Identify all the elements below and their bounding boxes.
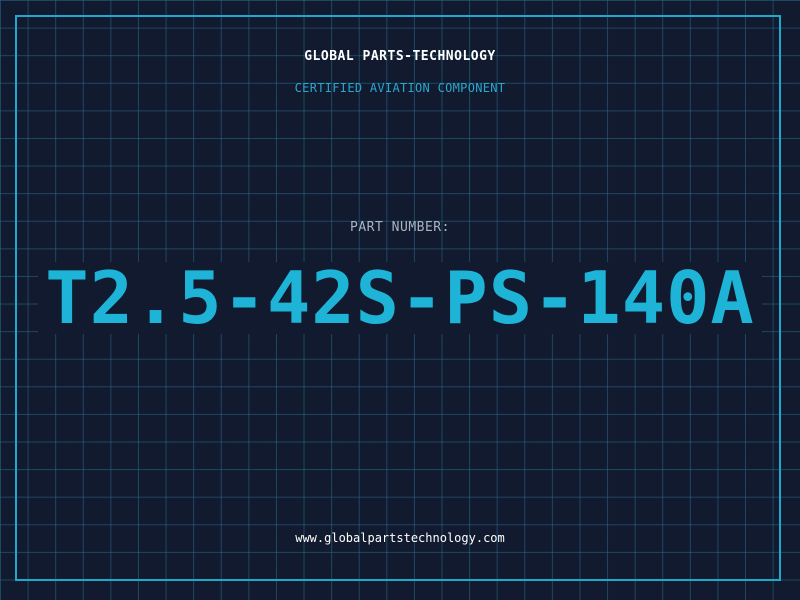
part-number: T2.5-42S-PS-140A — [45, 256, 755, 340]
company-name: GLOBAL PARTS-TECHNOLOGY — [304, 49, 496, 64]
part-number-label: PART NUMBER: — [350, 220, 450, 235]
website-url: www.globalpartstechnology.com — [295, 531, 505, 545]
certification-text: CERTIFIED AVIATION COMPONENT — [294, 81, 506, 95]
